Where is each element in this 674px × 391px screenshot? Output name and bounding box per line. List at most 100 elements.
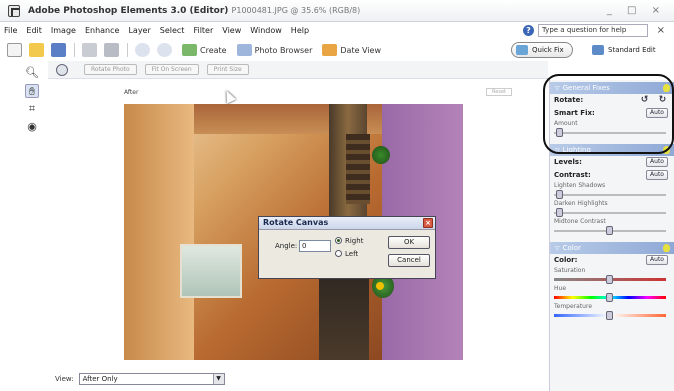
color-row: Color: Auto	[550, 254, 674, 267]
rotate-tool-option-icon[interactable]	[56, 63, 68, 76]
menu-help[interactable]: Help	[291, 26, 309, 35]
toolbar-separator	[74, 43, 75, 57]
menu-file[interactable]: File	[4, 26, 17, 35]
cancel-button[interactable]: Cancel	[388, 254, 430, 267]
standard-edit-label: Standard Edit	[608, 46, 656, 54]
lightbulb-icon[interactable]	[663, 244, 670, 252]
hand-tool-icon[interactable]: ✋︎	[25, 84, 39, 98]
rotate-right-icon[interactable]: ↻	[657, 95, 668, 105]
photo-shelf	[346, 134, 370, 204]
right-radio-dot[interactable]	[335, 237, 342, 244]
slider-thumb[interactable]	[555, 190, 563, 199]
color-label: Color:	[554, 256, 578, 264]
rotate-left-icon[interactable]: ↺	[639, 95, 650, 105]
lightbulb-icon[interactable]	[663, 84, 670, 92]
ok-button[interactable]: OK	[388, 236, 430, 249]
print-icon[interactable]	[82, 43, 97, 57]
saturation-label: Saturation	[554, 267, 586, 274]
chevron-down-icon[interactable]: ▼	[212, 374, 224, 384]
smart-fix-auto-button[interactable]: Auto	[646, 108, 668, 118]
new-file-icon[interactable]	[7, 43, 22, 57]
hue-label: Hue	[554, 285, 567, 292]
toolbar-separator	[127, 43, 128, 57]
date-view-icon	[322, 44, 338, 56]
right-radio[interactable]: Right	[335, 236, 385, 245]
temperature-slider[interactable]	[554, 311, 666, 321]
view-label: View:	[55, 375, 74, 383]
levels-auto-button[interactable]: Auto	[646, 157, 668, 167]
lighten-shadows-label: Lighten Shadows	[554, 182, 606, 189]
general-fixes-header[interactable]: ▽ General Fixes	[550, 82, 674, 94]
angle-input[interactable]: 0	[299, 240, 331, 252]
darken-highlights-slider[interactable]	[554, 208, 666, 218]
menu-layer[interactable]: Layer	[128, 26, 150, 35]
toolbox: 🔍︎ ✋︎ ⌗ ◉	[22, 64, 42, 138]
lighten-shadows-slider[interactable]	[554, 190, 666, 200]
color-auto-button[interactable]: Auto	[646, 255, 668, 265]
photo-browser-button[interactable]: Photo Browser	[236, 44, 313, 56]
photo-browser-label: Photo Browser	[254, 45, 313, 55]
slider-thumb[interactable]	[606, 311, 613, 320]
photo-wall	[124, 104, 194, 360]
midtone-contrast-slider[interactable]	[554, 226, 666, 236]
lighting-title: Lighting	[562, 146, 591, 154]
date-view-button[interactable]: Date View	[322, 44, 381, 56]
rotate-photo-button[interactable]: Rotate Photo	[84, 64, 137, 75]
crop-tool-icon[interactable]: ⌗	[25, 102, 39, 116]
slider-thumb[interactable]	[606, 293, 613, 302]
hue-slider[interactable]	[554, 293, 666, 303]
slider-track	[554, 194, 666, 196]
left-radio[interactable]: Left	[335, 249, 385, 258]
quick-fix-label: Quick Fix	[532, 46, 564, 54]
quick-fix-icon	[516, 45, 528, 55]
save-icon[interactable]	[51, 43, 66, 57]
standard-edit-button[interactable]: Standard Edit	[588, 42, 664, 58]
slider-thumb[interactable]	[606, 226, 613, 235]
print-size-button[interactable]: Print Size	[206, 64, 249, 75]
help-search-input[interactable]: Type a question for help	[538, 24, 648, 37]
quick-fix-palette: ▽ General Fixes Rotate: ↺ ↻ Smart Fix: Au…	[549, 80, 674, 391]
redo-icon[interactable]	[157, 43, 172, 57]
menu-image[interactable]: Image	[51, 26, 76, 35]
menu-enhance[interactable]: Enhance	[85, 26, 120, 35]
lighting-header[interactable]: ▽ Lighting	[550, 144, 674, 156]
contrast-label: Contrast:	[554, 171, 591, 179]
window-title-text: Adobe Photoshop Elements 3.0 (Editor)	[28, 5, 229, 16]
view-dropdown[interactable]: After Only ▼	[78, 373, 225, 385]
window-controls[interactable]: _ □ ×	[607, 5, 666, 16]
dialog-close-icon[interactable]: ×	[423, 218, 433, 228]
menu-filter[interactable]: Filter	[193, 26, 213, 35]
window-title: Adobe Photoshop Elements 3.0 (Editor) P1…	[28, 6, 360, 16]
photo-browser-icon	[236, 44, 252, 56]
contrast-auto-button[interactable]: Auto	[646, 170, 668, 180]
open-folder-icon[interactable]	[29, 43, 44, 57]
slider-thumb[interactable]	[555, 128, 563, 137]
amount-slider[interactable]	[554, 128, 666, 138]
lightbulb-icon[interactable]	[663, 146, 670, 154]
menu-edit[interactable]: Edit	[26, 26, 42, 35]
create-button[interactable]: Create	[182, 44, 227, 56]
red-eye-tool-icon[interactable]: ◉	[25, 120, 39, 134]
midtone-contrast-label: Midtone Contrast	[554, 218, 606, 225]
menu-window[interactable]: Window	[250, 26, 282, 35]
dialog-title-bar: Rotate Canvas ×	[259, 217, 435, 230]
menu-select[interactable]: Select	[160, 26, 185, 35]
create-label: Create	[200, 45, 227, 55]
quick-fix-button[interactable]: Quick Fix	[511, 42, 573, 58]
color-header[interactable]: ▽ Color	[550, 242, 674, 254]
document-close-icon[interactable]: ×	[657, 25, 665, 36]
saturation-slider[interactable]	[554, 275, 666, 285]
slider-thumb[interactable]	[606, 275, 613, 284]
temperature-label: Temperature	[554, 303, 593, 310]
menu-view[interactable]: View	[222, 26, 241, 35]
angle-label: Angle:	[275, 242, 298, 250]
undo-icon[interactable]	[135, 43, 150, 57]
help-search: ? Type a question for help	[523, 24, 648, 37]
shortcuts-toolbar: Create Photo Browser Date View	[0, 40, 674, 60]
view-dropdown-value: After Only	[82, 375, 118, 383]
print-preview-icon[interactable]	[104, 43, 119, 57]
left-radio-dot[interactable]	[335, 250, 342, 257]
zoom-tool-icon[interactable]: 🔍︎	[25, 66, 39, 80]
fit-on-screen-button[interactable]: Fit On Screen	[144, 64, 199, 75]
slider-thumb[interactable]	[555, 208, 563, 217]
